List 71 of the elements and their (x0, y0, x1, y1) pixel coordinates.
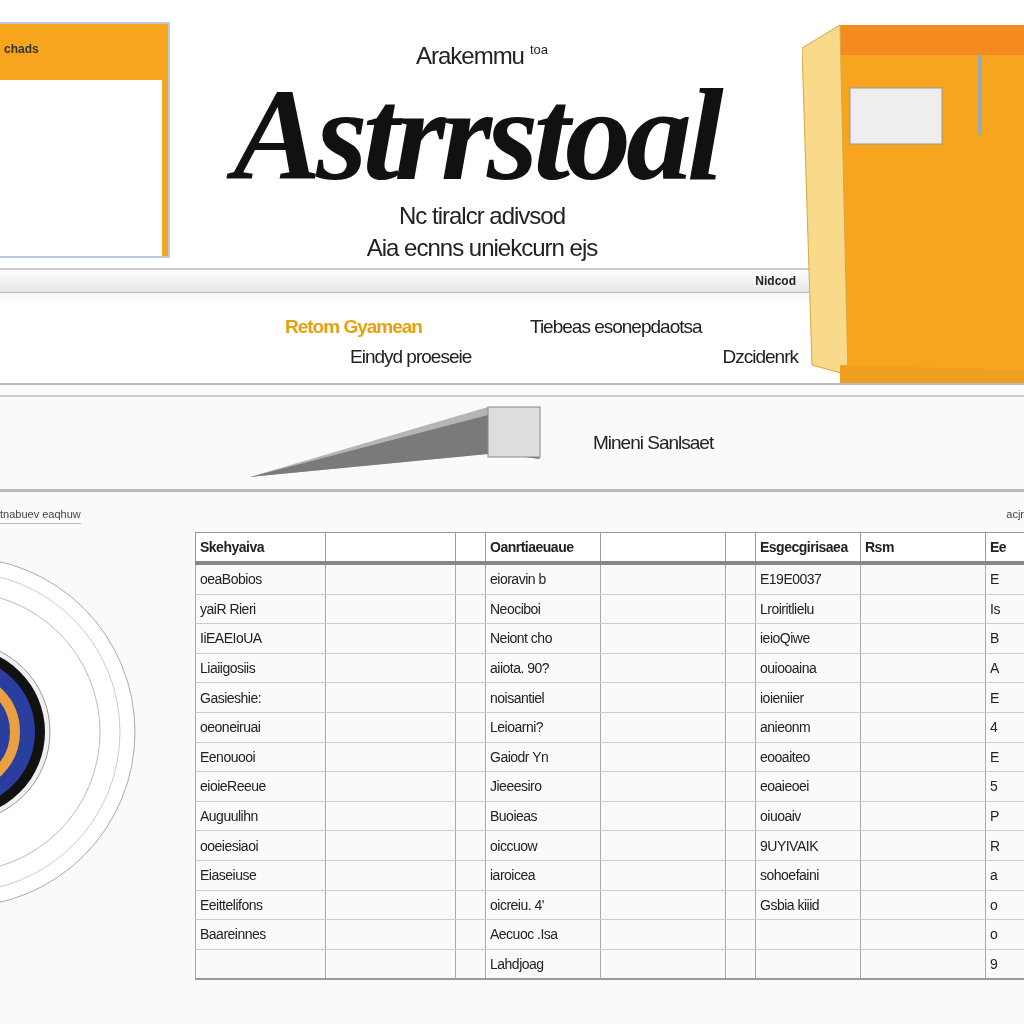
table-cell: Liaiigosiis (195, 653, 326, 683)
section-label: tnabuev eaqhuw (0, 508, 81, 524)
table-cell: Lahdjoag (485, 949, 601, 980)
kicker-note: toa (529, 42, 549, 57)
table-cell: A (985, 653, 1024, 683)
subtitle: Aia ecnns uniekcurn ejs (366, 233, 598, 263)
table-cell: 9 (985, 949, 1024, 980)
table-cell: Aecuoc .Isa (485, 919, 601, 950)
strip-label: Nidcod (755, 274, 796, 288)
feature-caption: Mineni Sanlsaet (593, 432, 714, 454)
table-cell: o (985, 890, 1024, 920)
table-cell: oiccuow (485, 830, 601, 861)
subtitle: Nc tiralcr adivsod (398, 201, 566, 231)
table-cell: 4 (985, 712, 1024, 743)
column-header[interactable]: Ee (985, 532, 1024, 563)
table-cell: R (985, 830, 1024, 861)
table-cell: P (985, 801, 1024, 831)
table-cell: E19E0037 (755, 563, 861, 595)
summary-text: Tiebeas esonepdaotsa (530, 316, 704, 338)
column-header[interactable]: Rsm (860, 532, 986, 563)
table-cell: a (985, 860, 1024, 891)
table-cell: E (985, 742, 1024, 772)
table-cell: eoaieoei (755, 771, 861, 802)
table-cell: oicreiu. 4' (485, 890, 601, 920)
table-cell: aiiota. 90? (485, 653, 601, 683)
summary-text: Eindyd proeseie (350, 346, 472, 367)
table-cell: Gasieshie: (195, 682, 326, 713)
column-header[interactable]: Skehyaiva (195, 532, 326, 563)
table-cell: oeaBobios (195, 563, 326, 595)
table-cell: 9UYIVAIK (755, 830, 861, 861)
table-cell: sohoefaini (755, 860, 861, 891)
table-cell: Is (985, 594, 1024, 624)
table-cell: B (985, 623, 1024, 654)
table-cell: ieioQiwe (755, 623, 861, 654)
table-cell: Auguulihn (195, 801, 326, 831)
table-cell: anieonm (755, 712, 861, 743)
table-cell: E (985, 682, 1024, 713)
table-cell: Gsbia kiiid (755, 890, 861, 920)
table-cell: Leioarni? (485, 712, 601, 743)
summary-text: Dzcidenrk (722, 346, 798, 367)
page-title: Astrrstoal (223, 70, 741, 200)
table-cell: oiuoaiv (755, 801, 861, 831)
table-cell: Eenouooi (195, 742, 326, 772)
header-kicker: Arakemmu (415, 42, 524, 70)
table-cell: ioieniier (755, 682, 861, 713)
table-cell: Eeittelifons (195, 890, 326, 920)
table-cell: ouiooaina (755, 653, 861, 683)
table-cell: E (985, 563, 1024, 595)
table-cell: IiEAEIoUA (195, 623, 326, 654)
table-cell: noisantiel (485, 682, 601, 713)
section-label: acjr (1006, 508, 1024, 522)
column-header[interactable]: Oanrtiaeuaue (485, 532, 601, 563)
table-cell: o (985, 919, 1024, 950)
table-cell: Jieeesiro (485, 771, 601, 802)
table-cell: Lroiritlielu (755, 594, 861, 624)
table-cell: oeoneiruai (195, 712, 326, 743)
table-cell: yaiR Rieri (195, 594, 326, 624)
panel-title: chads (0, 24, 168, 80)
table-cell: eioieReeue (195, 771, 326, 802)
table-cell: eioravin b (485, 563, 601, 595)
table-cell: iaroicea (485, 860, 601, 891)
table-cell: Gaiodr Yn (485, 742, 601, 772)
table-cell: 5 (985, 771, 1024, 802)
table-cell: Neociboi (485, 594, 601, 624)
table-cell: Baareinnes (195, 919, 326, 950)
table-cell: Neiont cho (485, 623, 601, 654)
table-cell: Eiaseiuse (195, 860, 326, 891)
table-cell: ooeiesiaoi (195, 830, 326, 861)
table-cell: Buoieas (485, 801, 601, 831)
table-cell: eooaiteo (755, 742, 861, 772)
column-header[interactable]: Esgecgirisaea (755, 532, 861, 563)
